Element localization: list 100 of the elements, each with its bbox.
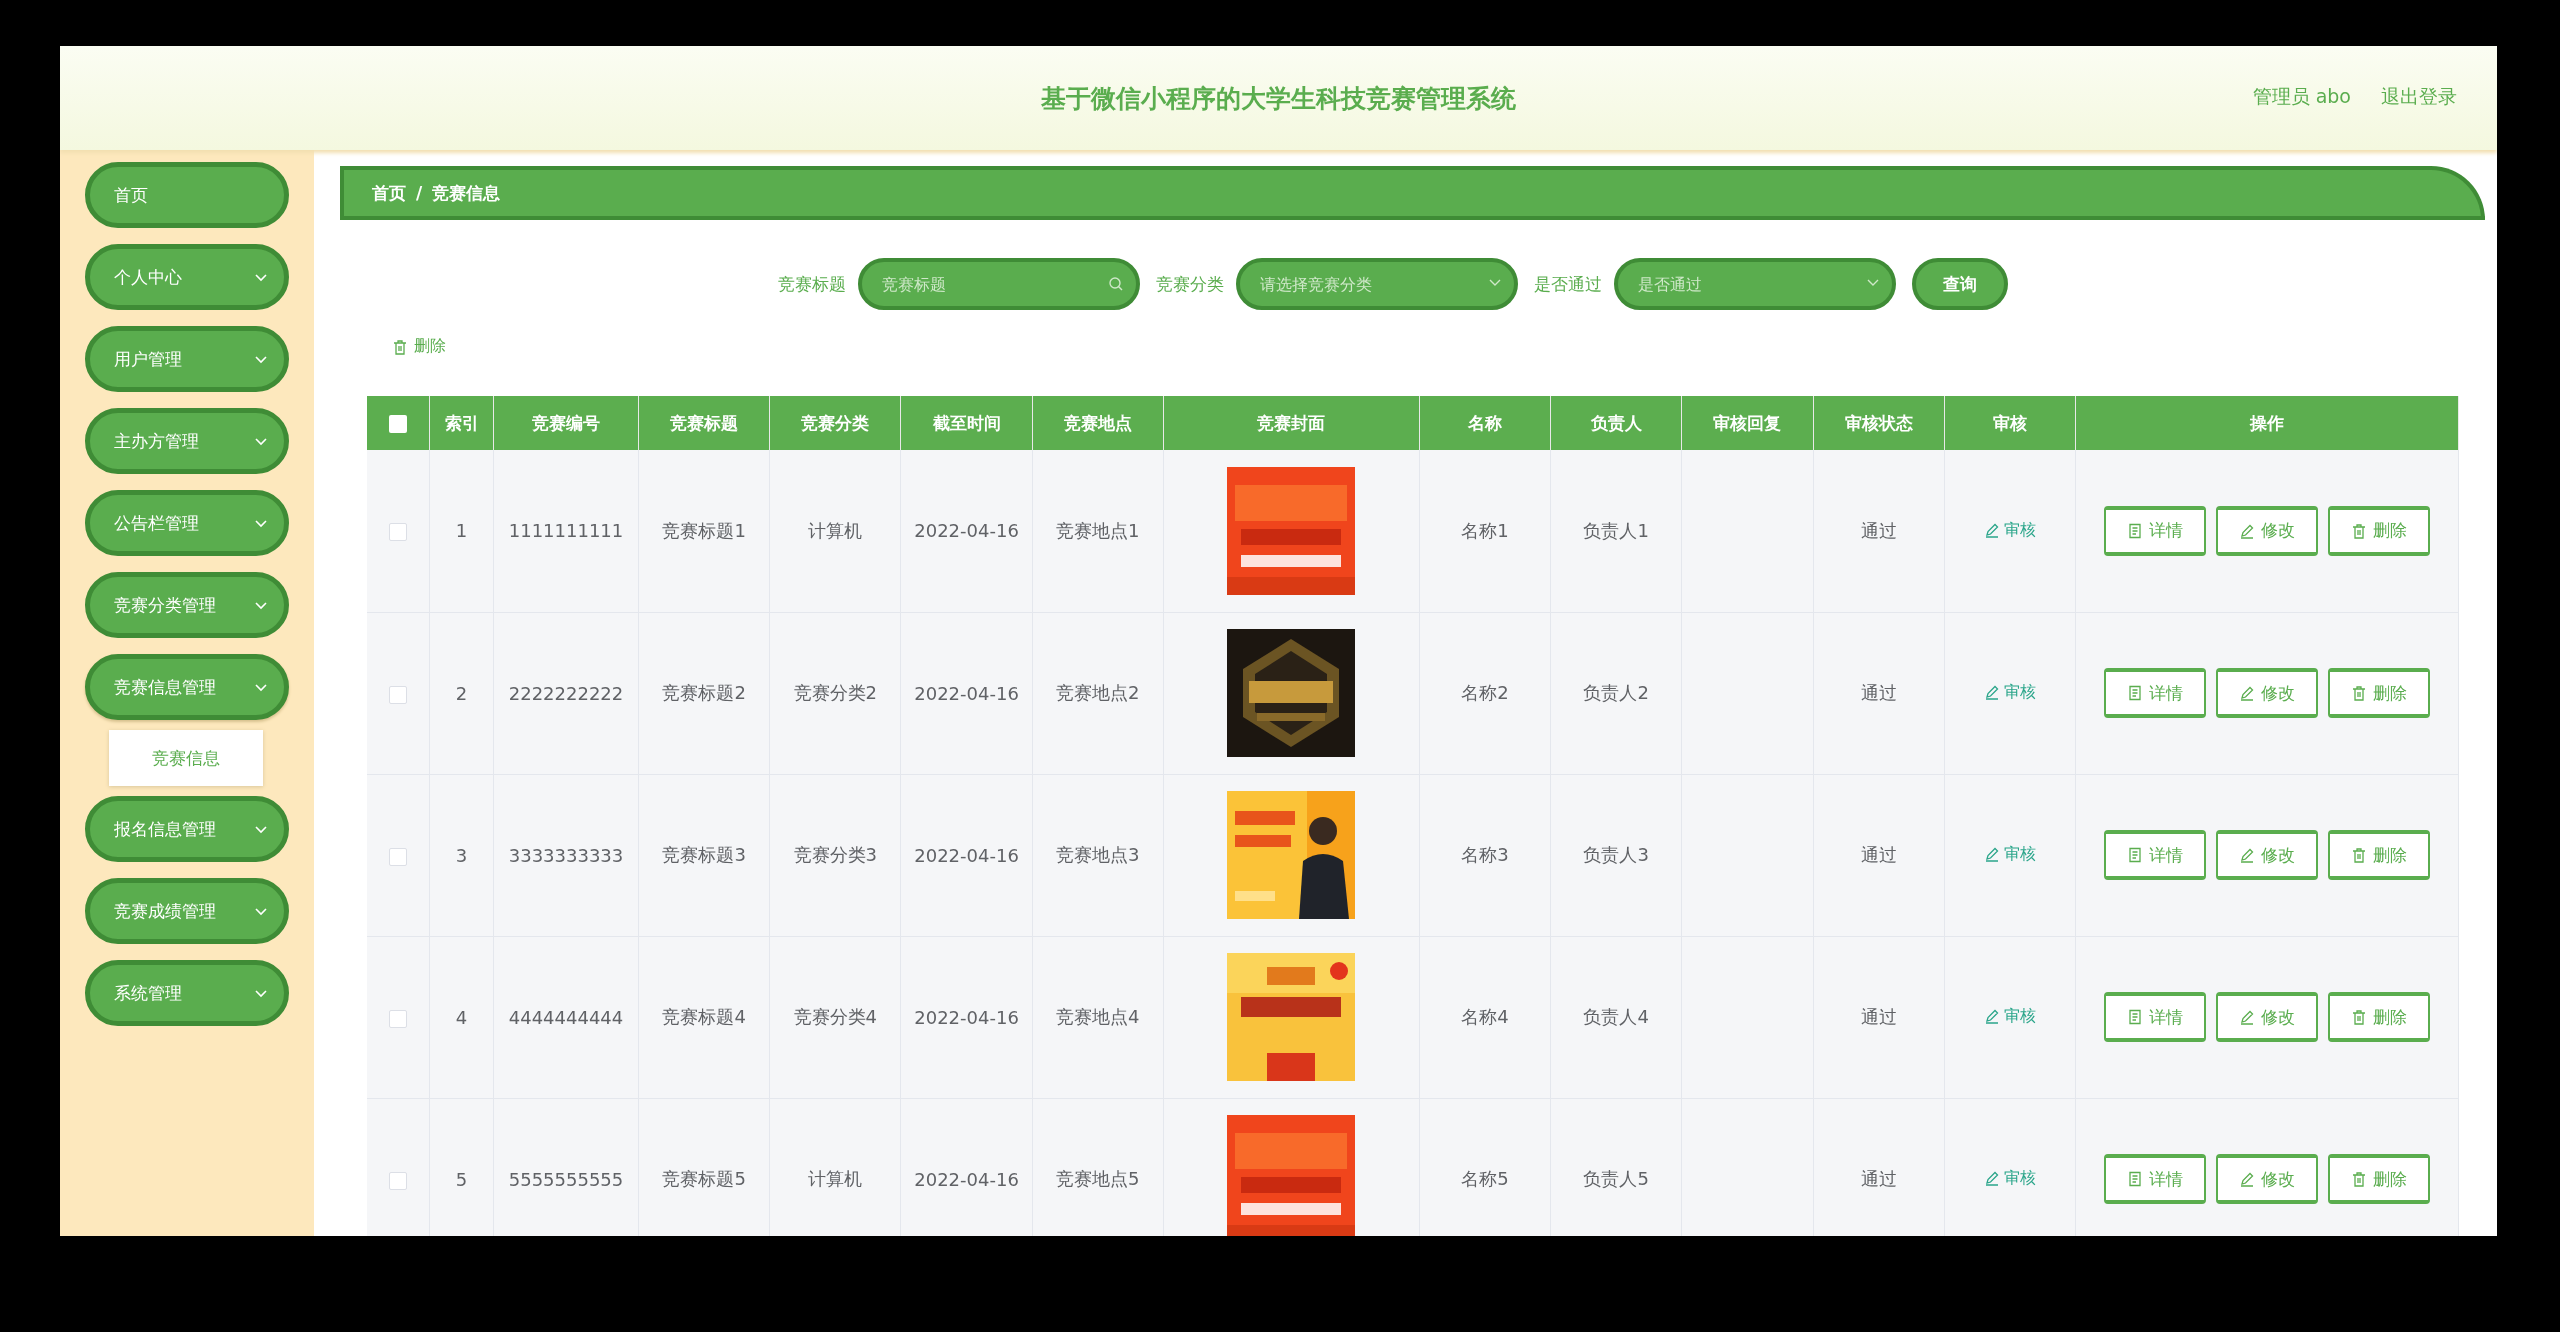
- breadcrumb-link[interactable]: 竞赛信息: [432, 181, 501, 205]
- edit-button[interactable]: 修改: [2216, 668, 2318, 718]
- pencil-icon: [2239, 685, 2255, 701]
- table-cell: 竞赛地点2: [1056, 682, 1140, 703]
- breadcrumb-link[interactable]: 首页: [372, 181, 406, 205]
- table-cell: 名称5: [1461, 1168, 1509, 1189]
- menu-item[interactable]: 系统管理: [85, 960, 289, 1026]
- edit-button[interactable]: 修改: [2216, 1154, 2318, 1204]
- menu-item[interactable]: 个人中心: [85, 244, 289, 310]
- table-cell: 1111111111: [508, 520, 624, 542]
- logout-link[interactable]: 退出登录: [2381, 84, 2457, 110]
- pencil-icon: [2239, 1171, 2255, 1187]
- review-link[interactable]: 审核: [1983, 519, 2036, 541]
- table-cell: 竞赛地点4: [1056, 1006, 1140, 1027]
- table-cell: 2022-04-16: [914, 1168, 1019, 1190]
- menu-item[interactable]: 公告栏管理: [85, 490, 289, 556]
- review-link[interactable]: 审核: [1983, 843, 2036, 865]
- table-cell: 名称1: [1461, 519, 1509, 541]
- select-field[interactable]: 请选择竞赛分类: [1235, 258, 1518, 310]
- table-cell: 竞赛地点1: [1056, 519, 1140, 541]
- table-cell: 1: [455, 520, 468, 542]
- menu-item[interactable]: 报名信息管理: [85, 796, 289, 862]
- detail-button[interactable]: 详情: [2104, 505, 2206, 556]
- table-cell: 5555555555: [508, 1168, 624, 1190]
- chevron-icon: [254, 987, 268, 999]
- delete-button[interactable]: 删除: [2328, 992, 2430, 1042]
- edit-button[interactable]: 修改: [2216, 992, 2318, 1042]
- chevron-icon: [254, 517, 268, 529]
- detail-button[interactable]: 详情: [2104, 1154, 2206, 1204]
- edit-button[interactable]: 修改: [2216, 830, 2318, 880]
- table-cell: 通过: [1860, 682, 1897, 703]
- row-checkbox[interactable]: [389, 1171, 407, 1190]
- table-cell: 2: [455, 682, 468, 704]
- table-cell: 2022-04-16: [914, 520, 1019, 542]
- detail-button[interactable]: 详情: [2104, 992, 2206, 1042]
- table-cell: 名称3: [1461, 844, 1509, 865]
- trash-icon: [2351, 685, 2367, 701]
- select-all-checkbox[interactable]: [389, 415, 407, 433]
- table-cell: 名称2: [1461, 682, 1509, 703]
- search-field[interactable]: 竞赛标题: [857, 258, 1140, 310]
- table-cell: 5: [455, 1168, 468, 1190]
- submenu-item[interactable]: 竞赛信息: [109, 730, 263, 786]
- delete-button[interactable]: 删除: [2328, 1154, 2430, 1204]
- table-cell: 竞赛分类2: [793, 682, 878, 703]
- chevron-icon: [254, 353, 268, 365]
- pencil-icon: [2239, 522, 2255, 539]
- row-checkbox[interactable]: [389, 685, 407, 704]
- table-cell: 计算机: [808, 1168, 863, 1189]
- query-button[interactable]: 查询: [1911, 258, 2008, 310]
- pencil-icon: [2239, 847, 2255, 863]
- table-cell: 通过: [1860, 519, 1897, 541]
- user-label: 管理员 abo: [2252, 84, 2351, 109]
- table-cell: 3: [455, 844, 468, 866]
- chevron-icon: [254, 681, 268, 693]
- table-cell: 竞赛标题1: [662, 519, 746, 541]
- detail-button[interactable]: 详情: [2104, 830, 2206, 880]
- table-cell: 负责人4: [1583, 1006, 1649, 1027]
- trash-icon: [2351, 1009, 2367, 1025]
- menu-item[interactable]: 竞赛分类管理: [85, 572, 289, 638]
- document-icon: [2127, 1009, 2143, 1025]
- table-cell: 名称4: [1461, 1006, 1509, 1027]
- chevron-icon: [254, 271, 268, 283]
- table-cell: 4444444444: [508, 1006, 624, 1028]
- pencil-icon: [1983, 684, 2000, 701]
- review-link[interactable]: 审核: [1983, 1005, 2036, 1027]
- delete-button[interactable]: 删除: [2328, 830, 2430, 880]
- table-cell: 竞赛地点3: [1056, 844, 1140, 865]
- menu-item[interactable]: 用户管理: [85, 326, 289, 392]
- document-icon: [2127, 847, 2143, 863]
- table-cell: 3333333333: [508, 844, 624, 866]
- menu-item[interactable]: 主办方管理: [85, 408, 289, 474]
- table-cell: 竞赛标题4: [662, 1006, 746, 1027]
- trash-icon: [392, 338, 408, 355]
- table-cell: 竞赛标题2: [662, 682, 746, 703]
- table-cell: 2222222222: [508, 682, 624, 704]
- breadcrumb-separator: /: [416, 183, 423, 203]
- edit-button[interactable]: 修改: [2216, 505, 2318, 556]
- row-checkbox[interactable]: [389, 523, 407, 542]
- menu-item[interactable]: 竞赛成绩管理: [85, 878, 289, 944]
- row-checkbox[interactable]: [389, 1009, 407, 1028]
- table-cell: 通过: [1860, 844, 1897, 865]
- pencil-icon: [1983, 846, 2000, 863]
- table-cell: 2022-04-16: [914, 1006, 1019, 1028]
- document-icon: [2127, 522, 2143, 539]
- field-label: 是否通过: [1533, 272, 1602, 296]
- delete-link[interactable]: 删除: [392, 336, 446, 357]
- detail-button[interactable]: 详情: [2104, 668, 2206, 718]
- pencil-icon: [1983, 522, 2000, 538]
- trash-icon: [2351, 847, 2367, 863]
- chevron-icon: [254, 905, 268, 917]
- menu-item[interactable]: 首页: [85, 162, 289, 228]
- review-link[interactable]: 审核: [1983, 681, 2036, 703]
- row-checkbox[interactable]: [389, 847, 407, 866]
- delete-button[interactable]: 删除: [2328, 505, 2430, 556]
- table-cell: 负责人3: [1583, 844, 1649, 865]
- table-cell: 4: [455, 1006, 468, 1028]
- delete-button[interactable]: 删除: [2328, 668, 2430, 718]
- menu-item[interactable]: 竞赛信息管理: [85, 654, 289, 720]
- review-link[interactable]: 审核: [1983, 1167, 2036, 1189]
- select-field[interactable]: 是否通过: [1613, 258, 1896, 310]
